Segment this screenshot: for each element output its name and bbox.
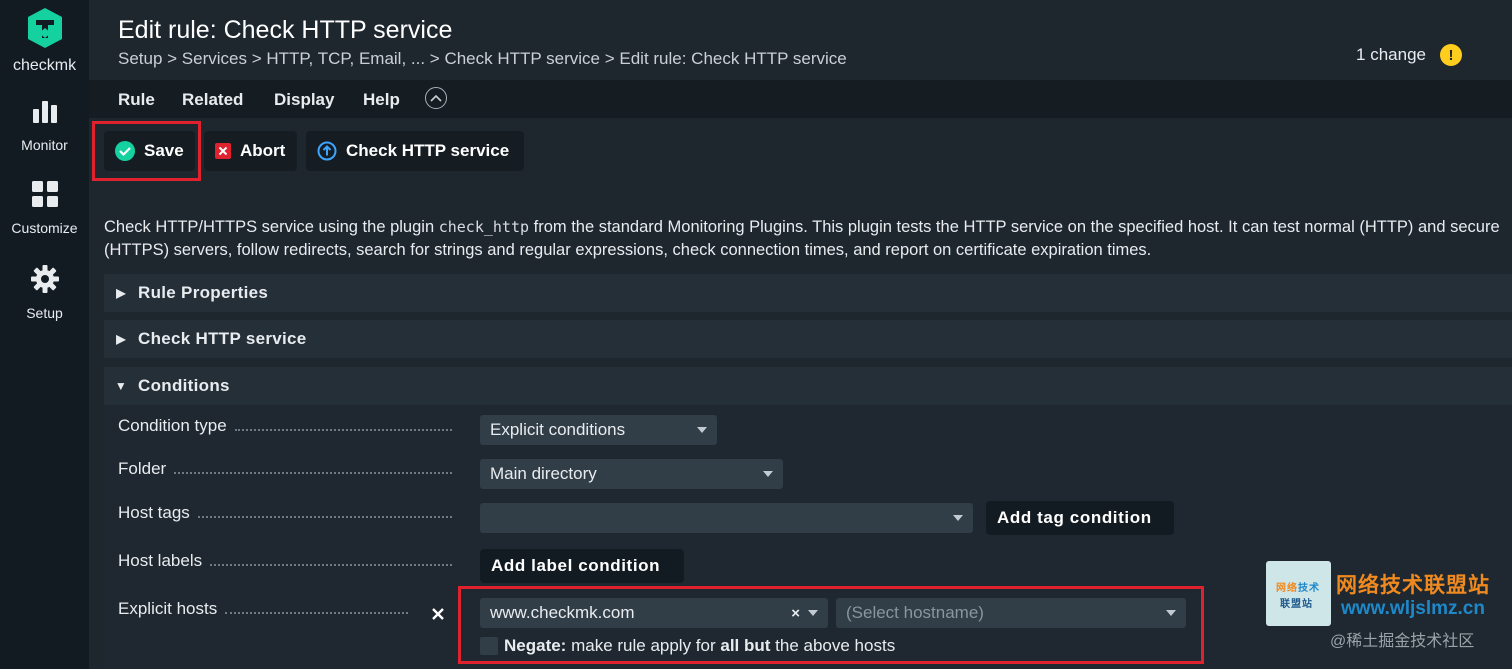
page-title: Edit rule: Check HTTP service (118, 16, 453, 44)
section-check-http-title: Check HTTP service (138, 329, 307, 348)
wm-char: 网 (1276, 583, 1286, 594)
leader-dots (174, 472, 452, 474)
wm-char: 联 (1280, 599, 1290, 610)
save-highlight-box (92, 121, 201, 181)
wm-char: 术 (1309, 583, 1319, 594)
add-tag-condition-button[interactable]: Add tag condition (986, 501, 1174, 535)
help-text-code: check_http (438, 218, 530, 236)
leader-dots (234, 429, 452, 431)
section-rule-properties-title: Rule Properties (138, 283, 269, 302)
wm-char: 盟 (1291, 599, 1301, 610)
leader-dots (210, 564, 452, 566)
explicit-hosts-row-label: Explicit hosts (118, 599, 408, 619)
gear-icon (30, 265, 59, 293)
remove-condition-button[interactable] (428, 603, 448, 625)
condition-type-row-label: Condition type (118, 416, 452, 436)
menu-related[interactable]: Related (182, 90, 243, 110)
add-label-condition-button[interactable]: Add label condition (480, 549, 684, 583)
menu-bar: Rule Related Display Help (89, 80, 1512, 118)
nav-monitor[interactable]: Monitor (0, 96, 89, 153)
triangle-right-icon: ▶ (116, 286, 126, 300)
hosts-highlight-box (458, 586, 1204, 664)
explicit-hosts-label: Explicit hosts (118, 599, 218, 618)
grid-icon (31, 181, 58, 207)
section-conditions[interactable]: ▼ Conditions (104, 367, 1512, 405)
page-header: Edit rule: Check HTTP service Setup > Se… (89, 0, 1512, 80)
condition-type-value: Explicit conditions (490, 420, 626, 439)
watermark-logo: 网 络 技 术 联 盟 站 (1266, 561, 1331, 626)
chevron-down-icon (953, 515, 963, 521)
ruleset-button-label: Check HTTP service (346, 141, 510, 160)
abort-button-label: Abort (240, 141, 286, 160)
triangle-right-icon: ▶ (116, 332, 126, 346)
nav-monitor-label: Monitor (21, 137, 68, 153)
ruleset-button[interactable]: Check HTTP service (306, 131, 524, 171)
bar-chart-icon (32, 101, 57, 123)
section-rule-properties[interactable]: ▶ Rule Properties (104, 274, 1512, 312)
nav-customize-label: Customize (11, 220, 78, 236)
collapse-menu-button[interactable] (425, 87, 447, 109)
abort-button[interactable]: Abort (204, 131, 297, 171)
host-tags-select[interactable] (480, 503, 973, 533)
condition-type-label: Condition type (118, 416, 227, 435)
nav-setup[interactable]: Setup (0, 264, 89, 321)
chevron-down-icon (697, 427, 707, 433)
logo-text: checkmk (12, 57, 77, 74)
help-text: Check HTTP/HTTPS service using the plugi… (104, 216, 1508, 262)
folder-value: Main directory (490, 464, 597, 483)
host-labels-label: Host labels (118, 551, 203, 570)
triangle-down-icon: ▼ (114, 379, 128, 393)
leader-dots (197, 516, 452, 518)
nav-customize[interactable]: Customize (0, 179, 89, 236)
sidebar: checkmk Monitor Customize Setup (0, 0, 89, 669)
wm-char: 络 (1287, 583, 1297, 594)
checkmk-logo[interactable]: checkmk (0, 6, 89, 75)
menu-rule[interactable]: Rule (118, 90, 155, 110)
nav-setup-label: Setup (26, 305, 63, 321)
pending-changes[interactable]: 1 change ! (1356, 44, 1462, 66)
section-check-http[interactable]: ▶ Check HTTP service (104, 320, 1512, 358)
close-icon (432, 608, 444, 620)
breadcrumb[interactable]: Setup > Services > HTTP, TCP, Email, ...… (118, 49, 847, 69)
condition-type-select[interactable]: Explicit conditions (480, 415, 717, 445)
folder-select[interactable]: Main directory (480, 459, 783, 489)
pending-changes-label: 1 change (1356, 45, 1426, 64)
warning-icon: ! (1440, 44, 1462, 66)
leader-dots (225, 612, 408, 614)
chevron-up-icon (430, 94, 442, 102)
chevron-down-icon (763, 471, 773, 477)
section-conditions-title: Conditions (138, 376, 230, 395)
menu-display[interactable]: Display (274, 90, 334, 110)
help-text-part1: Check HTTP/HTTPS service using the plugi… (104, 218, 439, 236)
arrow-up-circle-icon (317, 141, 337, 161)
folder-label: Folder (118, 459, 167, 478)
watermark-credit: @稀土掘金技术社区 (1330, 633, 1475, 650)
wm-char: 站 (1302, 599, 1312, 610)
checkmk-logo-icon (27, 8, 62, 48)
watermark-url: www.wljslmz.cn (1341, 598, 1485, 619)
host-labels-row-label: Host labels (118, 551, 452, 571)
menu-help[interactable]: Help (363, 90, 400, 110)
host-tags-label: Host tags (118, 503, 190, 522)
close-square-icon (215, 143, 231, 159)
watermark-title: 网络技术联盟站 (1336, 574, 1490, 597)
folder-row-label: Folder (118, 459, 452, 479)
host-tags-row-label: Host tags (118, 503, 452, 523)
wm-char: 技 (1298, 583, 1308, 594)
